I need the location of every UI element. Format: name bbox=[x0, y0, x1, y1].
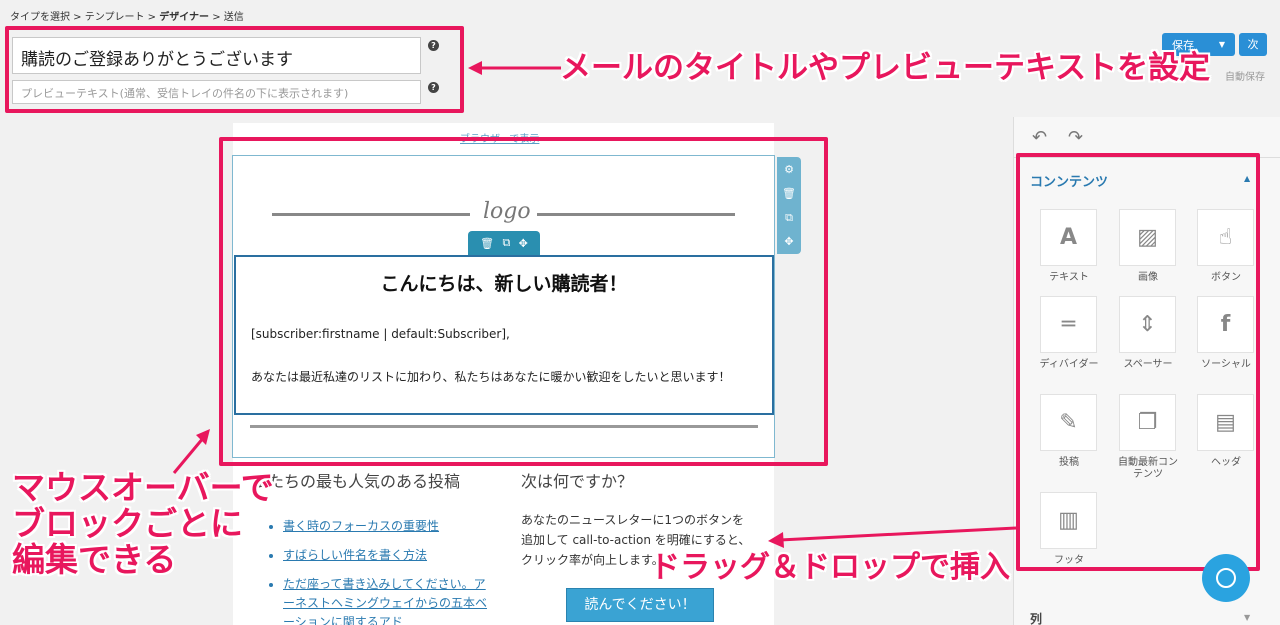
breadcrumb-step-type[interactable]: タイプを選択 bbox=[10, 12, 70, 23]
undo-icon[interactable]: ↶ bbox=[1032, 127, 1047, 148]
chat-support-button[interactable] bbox=[1202, 554, 1250, 602]
annotation-drag-drop: ドラッグ＆ドロップで挿入 bbox=[650, 550, 1010, 585]
arrow-left-icon bbox=[468, 61, 561, 75]
expand-icon[interactable]: ▼ bbox=[1244, 613, 1250, 622]
popular-posts-heading: 私たちの最も人気のある投稿 bbox=[252, 472, 461, 491]
popular-posts-list: 書く時のフォーカスの重要性 すばらしい件名を書く方法 ただ座って書き込みしてくだ… bbox=[268, 517, 488, 625]
columns-section-title[interactable]: 列 bbox=[1030, 610, 1042, 625]
breadcrumb-step-designer: デザイナー bbox=[159, 12, 210, 23]
read-button[interactable]: 読んでください！ bbox=[566, 588, 714, 622]
annotation-title-setting: メールのタイトルやプレビューテキストを設定 bbox=[560, 50, 1211, 86]
content-highlight-box bbox=[1016, 153, 1260, 571]
redo-icon[interactable]: ↷ bbox=[1068, 127, 1083, 148]
list-item[interactable]: 書く時のフォーカスの重要性 bbox=[283, 517, 488, 536]
annotation-hover: マウスオーバーで ブロックごとに 編集できる bbox=[12, 468, 274, 579]
next-button[interactable]: 次 bbox=[1239, 33, 1267, 56]
block-highlight-box bbox=[219, 137, 828, 466]
breadcrumb: タイプを選択 > テンプレート > デザイナー > 送信 bbox=[10, 12, 244, 23]
next-heading: 次は何ですか？ bbox=[521, 472, 634, 491]
list-item[interactable]: すばらしい件名を書く方法 bbox=[283, 546, 488, 565]
chat-bubble-icon bbox=[1216, 568, 1236, 588]
breadcrumb-step-send[interactable]: 送信 bbox=[224, 12, 244, 23]
save-dropdown-icon[interactable]: ▼ bbox=[1219, 37, 1225, 52]
list-item[interactable]: ただ座って書き込みしてください。アーネストヘミングウェイからの五本ベーションに関… bbox=[283, 575, 488, 625]
autosave-label: 自動保存 bbox=[1225, 72, 1265, 83]
title-highlight-box bbox=[5, 26, 464, 113]
breadcrumb-step-template[interactable]: テンプレート bbox=[85, 12, 145, 23]
